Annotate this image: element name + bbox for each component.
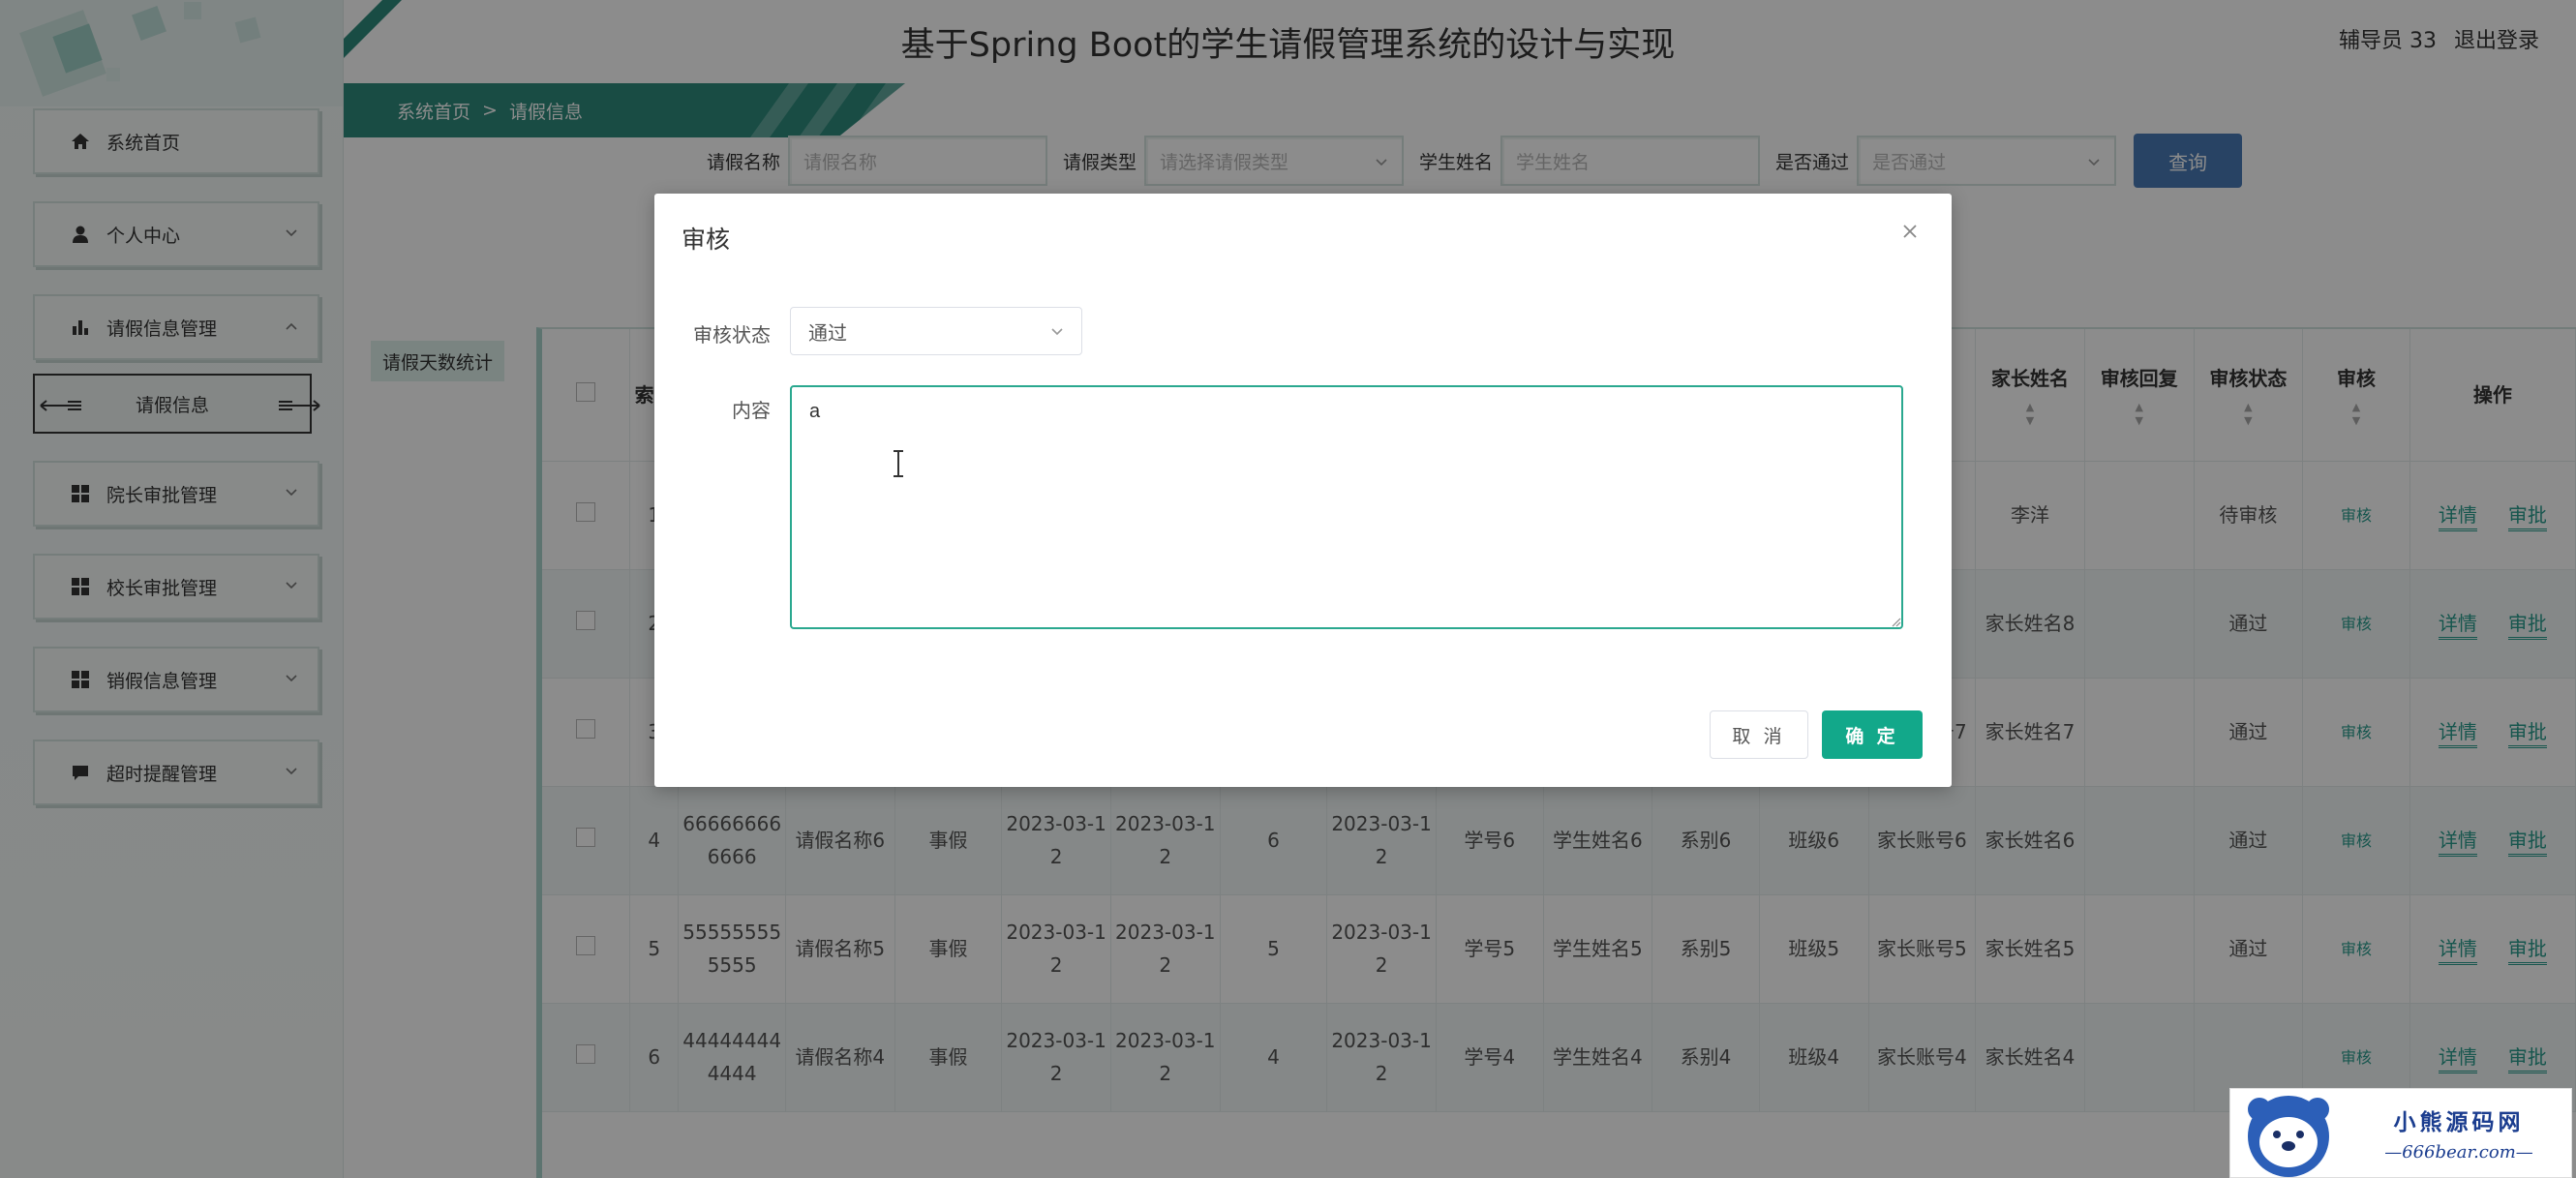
watermark: 小熊源码网 —666bear.com— — [2229, 1088, 2572, 1178]
watermark-text: 小熊源码网 —666bear.com— — [2384, 1109, 2533, 1163]
cancel-button[interactable]: 取 消 — [1710, 710, 1808, 759]
chevron-down-icon — [1051, 328, 1063, 336]
bear-logo-icon — [2248, 1096, 2329, 1177]
audit-dialog: 审核 审核状态 通过 内容 取 消 确 定 — [654, 194, 1952, 787]
status-label: 审核状态 — [693, 323, 771, 347]
dialog-title: 审核 — [682, 226, 731, 254]
content-label: 内容 — [732, 399, 771, 422]
status-select[interactable]: 通过 — [790, 307, 1082, 355]
confirm-button[interactable]: 确 定 — [1822, 710, 1923, 759]
close-icon — [1903, 225, 1917, 238]
content-textarea[interactable] — [790, 385, 1903, 629]
close-button[interactable] — [1895, 217, 1924, 246]
